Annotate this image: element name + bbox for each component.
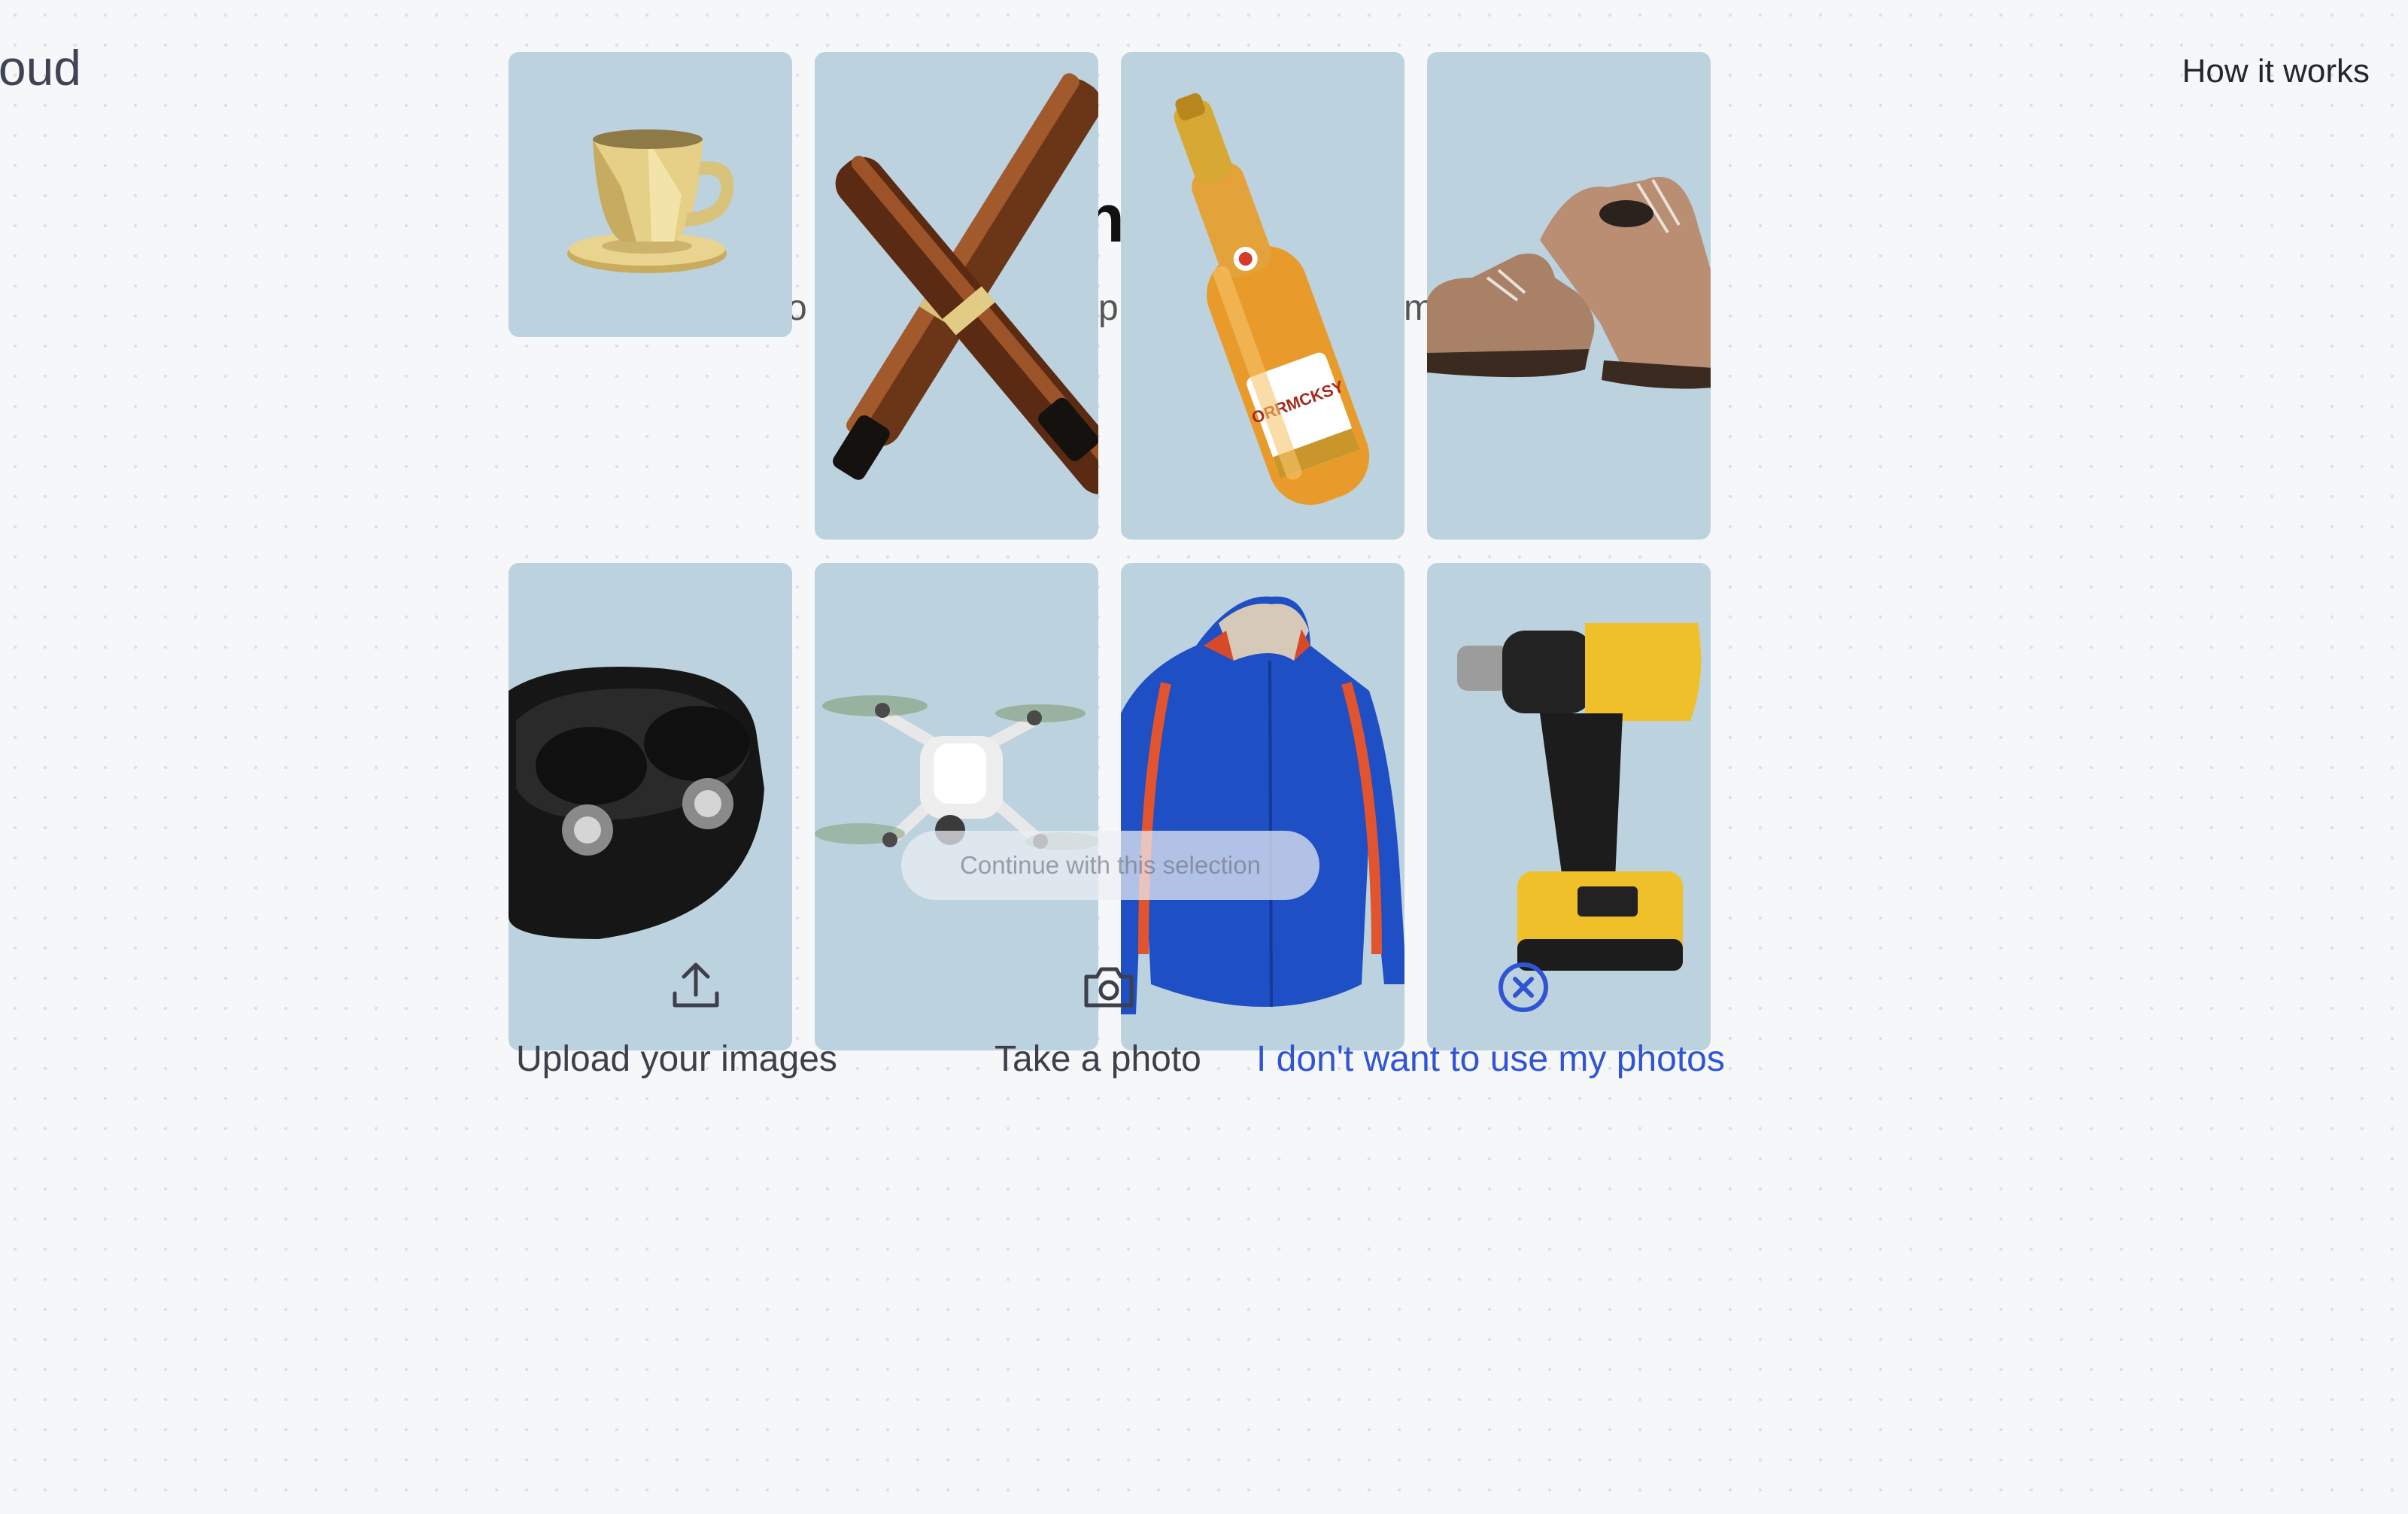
camera-icon[interactable] [1079, 957, 1139, 1017]
how-it-works-link[interactable]: How it works [2182, 53, 2370, 90]
skip-photos-option[interactable]: I don't want to use my photos [1256, 1038, 1725, 1080]
product-tile-teacup[interactable] [509, 52, 792, 337]
teacup-image [567, 129, 734, 273]
product-tile-fountain-pens[interactable] [815, 52, 1098, 540]
page-subtitle-fragment: m [1404, 288, 1428, 328]
close-circle-icon[interactable] [1493, 957, 1553, 1017]
drill-image [1457, 623, 1702, 971]
product-tile-leather-shoes[interactable] [1427, 52, 1711, 540]
wine-bottle-image: ORRMCKSY [1174, 93, 1370, 505]
shoes-image [1427, 177, 1711, 389]
product-tile-track-jacket[interactable] [1121, 563, 1404, 1050]
fountain-pens-image [833, 73, 1098, 494]
upload-icon[interactable] [666, 956, 726, 1016]
upload-images-option[interactable]: Upload your images [516, 1038, 837, 1080]
brand-logo[interactable]: oud [0, 39, 84, 102]
brand-name: oud [0, 40, 81, 96]
product-tile-sparkling-wine[interactable]: ORRMCKSY [1121, 52, 1404, 540]
drone-image [815, 695, 1098, 850]
earbuds-image [509, 667, 764, 939]
jacket-image [1121, 596, 1404, 1014]
continue-selection-button[interactable]: Continue with this selection [901, 831, 1319, 900]
product-tile-drone[interactable] [815, 563, 1098, 1050]
product-tile-cordless-drill[interactable] [1427, 563, 1711, 1050]
product-tile-earbuds[interactable] [509, 563, 792, 1050]
take-photo-option[interactable]: Take a photo [994, 1038, 1201, 1080]
